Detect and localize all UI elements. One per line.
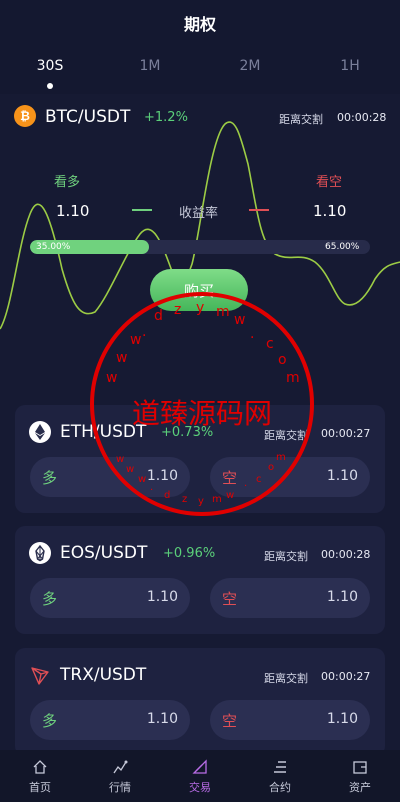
active-tab-indicator	[47, 83, 53, 89]
pair-name: EOS/USDT	[60, 543, 148, 563]
tab-2m[interactable]: 2M	[220, 58, 280, 74]
short-yield: 1.10	[313, 202, 347, 220]
long-rate: 1.10	[146, 711, 178, 727]
svg-text:m: m	[212, 494, 222, 505]
short-legend-dash	[249, 209, 269, 211]
short-rate: 1.10	[326, 711, 358, 727]
pair-name: TRX/USDT	[60, 665, 147, 685]
svg-text:m: m	[286, 370, 300, 386]
svg-text:w: w	[126, 464, 134, 475]
period-tabs: 30S 1M 2M 1H	[0, 46, 400, 94]
pair-name: BTC/USDT	[45, 107, 131, 127]
tab-1m[interactable]: 1M	[120, 58, 180, 74]
short-side-label: 空	[222, 712, 238, 730]
svg-text:w: w	[116, 350, 127, 366]
watermark-stamp: 道臻源码网 www. dzymw .com www. dzymw . com	[90, 292, 314, 516]
svg-text:c: c	[266, 336, 274, 352]
nav-label: 资产	[349, 781, 371, 794]
nav-item-contract[interactable]: 合约	[240, 750, 320, 802]
tab-30s[interactable]: 30S	[20, 58, 80, 74]
svg-text:.: .	[244, 478, 247, 489]
long-side-label: 多	[42, 469, 58, 487]
svg-text:z: z	[174, 302, 181, 318]
contract-card-eos[interactable]: EOS/USDT +0.96% 距离交割 00:00:28 多 1.10 空 1…	[15, 526, 385, 634]
svg-text:o: o	[278, 352, 287, 368]
short-button[interactable]: 空 1.10	[210, 578, 370, 618]
long-label: 看多	[54, 175, 81, 190]
home-icon	[33, 760, 47, 774]
trade-icon	[192, 759, 207, 774]
svg-text:d: d	[154, 308, 163, 324]
nav-label: 合约	[269, 781, 291, 794]
svg-text:.: .	[150, 482, 153, 493]
svg-text:d: d	[164, 490, 170, 501]
svg-text:w: w	[116, 454, 124, 465]
countdown-label: 距离交割	[264, 672, 308, 685]
long-side-label: 多	[42, 590, 58, 608]
svg-text:w: w	[138, 474, 146, 485]
long-ratio-text: 35.00%	[36, 242, 71, 252]
short-side-label: 空	[222, 590, 238, 608]
long-side-label: 多	[42, 712, 58, 730]
bottom-navigation: 首页 行情 交易 合约 资产	[0, 750, 400, 802]
long-rate: 1.10	[146, 589, 178, 605]
countdown-label: 距离交割	[264, 550, 308, 563]
contract-icon	[274, 761, 286, 773]
wallet-icon	[353, 761, 367, 774]
svg-text:.: .	[250, 326, 254, 342]
svg-text:o: o	[268, 462, 274, 473]
nav-item-market[interactable]: 行情	[80, 750, 160, 802]
contract-card-trx[interactable]: TRX/USDT 距离交割 00:00:27 多 1.10 空 1.10	[15, 648, 385, 756]
svg-text:m: m	[276, 452, 286, 463]
svg-text:w: w	[130, 332, 141, 348]
long-button[interactable]: 多 1.10	[30, 578, 190, 618]
svg-text:w: w	[106, 370, 117, 386]
nav-item-trade[interactable]: 交易	[160, 750, 240, 802]
watermark-main-text: 道臻源码网	[132, 397, 272, 430]
svg-text:.: .	[142, 324, 146, 340]
countdown-timer: 00:00:28	[321, 548, 371, 561]
nav-label: 行情	[109, 781, 131, 794]
long-yield: 1.10	[56, 202, 90, 220]
short-rate: 1.10	[326, 468, 358, 484]
svg-text:y: y	[198, 496, 204, 507]
market-icon	[113, 760, 128, 774]
price-change: +1.2%	[144, 110, 188, 125]
short-button[interactable]: 空 1.10	[210, 700, 370, 740]
long-button[interactable]: 多 1.10	[30, 700, 190, 740]
nav-label: 交易	[189, 781, 211, 794]
svg-text:c: c	[256, 474, 262, 485]
short-label: 看空	[316, 175, 343, 190]
eos-icon	[29, 542, 51, 564]
svg-text:y: y	[196, 300, 204, 316]
bitcoin-icon: ₿	[14, 105, 36, 127]
tron-icon	[29, 664, 51, 686]
yield-label: 收益率	[179, 206, 219, 221]
nav-item-assets[interactable]: 资产	[320, 750, 400, 802]
countdown-timer: 00:00:28	[337, 111, 387, 124]
page-title: 期权	[183, 15, 216, 34]
svg-text:m: m	[216, 304, 230, 320]
tab-1h[interactable]: 1H	[320, 58, 380, 74]
nav-item-home[interactable]: 首页	[0, 750, 80, 802]
app-header: 期权	[0, 0, 400, 46]
long-short-ratio-bar	[30, 240, 370, 254]
countdown-label: 距离交割	[279, 113, 323, 126]
short-rate: 1.10	[326, 589, 358, 605]
watermark-ring-text: www. dzymw .com	[106, 300, 300, 386]
short-ratio-text: 65.00%	[325, 242, 360, 252]
countdown-timer: 00:00:27	[321, 427, 371, 440]
countdown-timer: 00:00:27	[321, 670, 371, 683]
svg-text:w: w	[234, 312, 245, 328]
nav-label: 首页	[29, 781, 51, 794]
svg-text:w: w	[226, 490, 234, 501]
svg-text:z: z	[182, 494, 187, 505]
ethereum-icon	[29, 421, 51, 443]
price-change: +0.96%	[163, 546, 216, 561]
long-legend-dash	[132, 209, 152, 211]
